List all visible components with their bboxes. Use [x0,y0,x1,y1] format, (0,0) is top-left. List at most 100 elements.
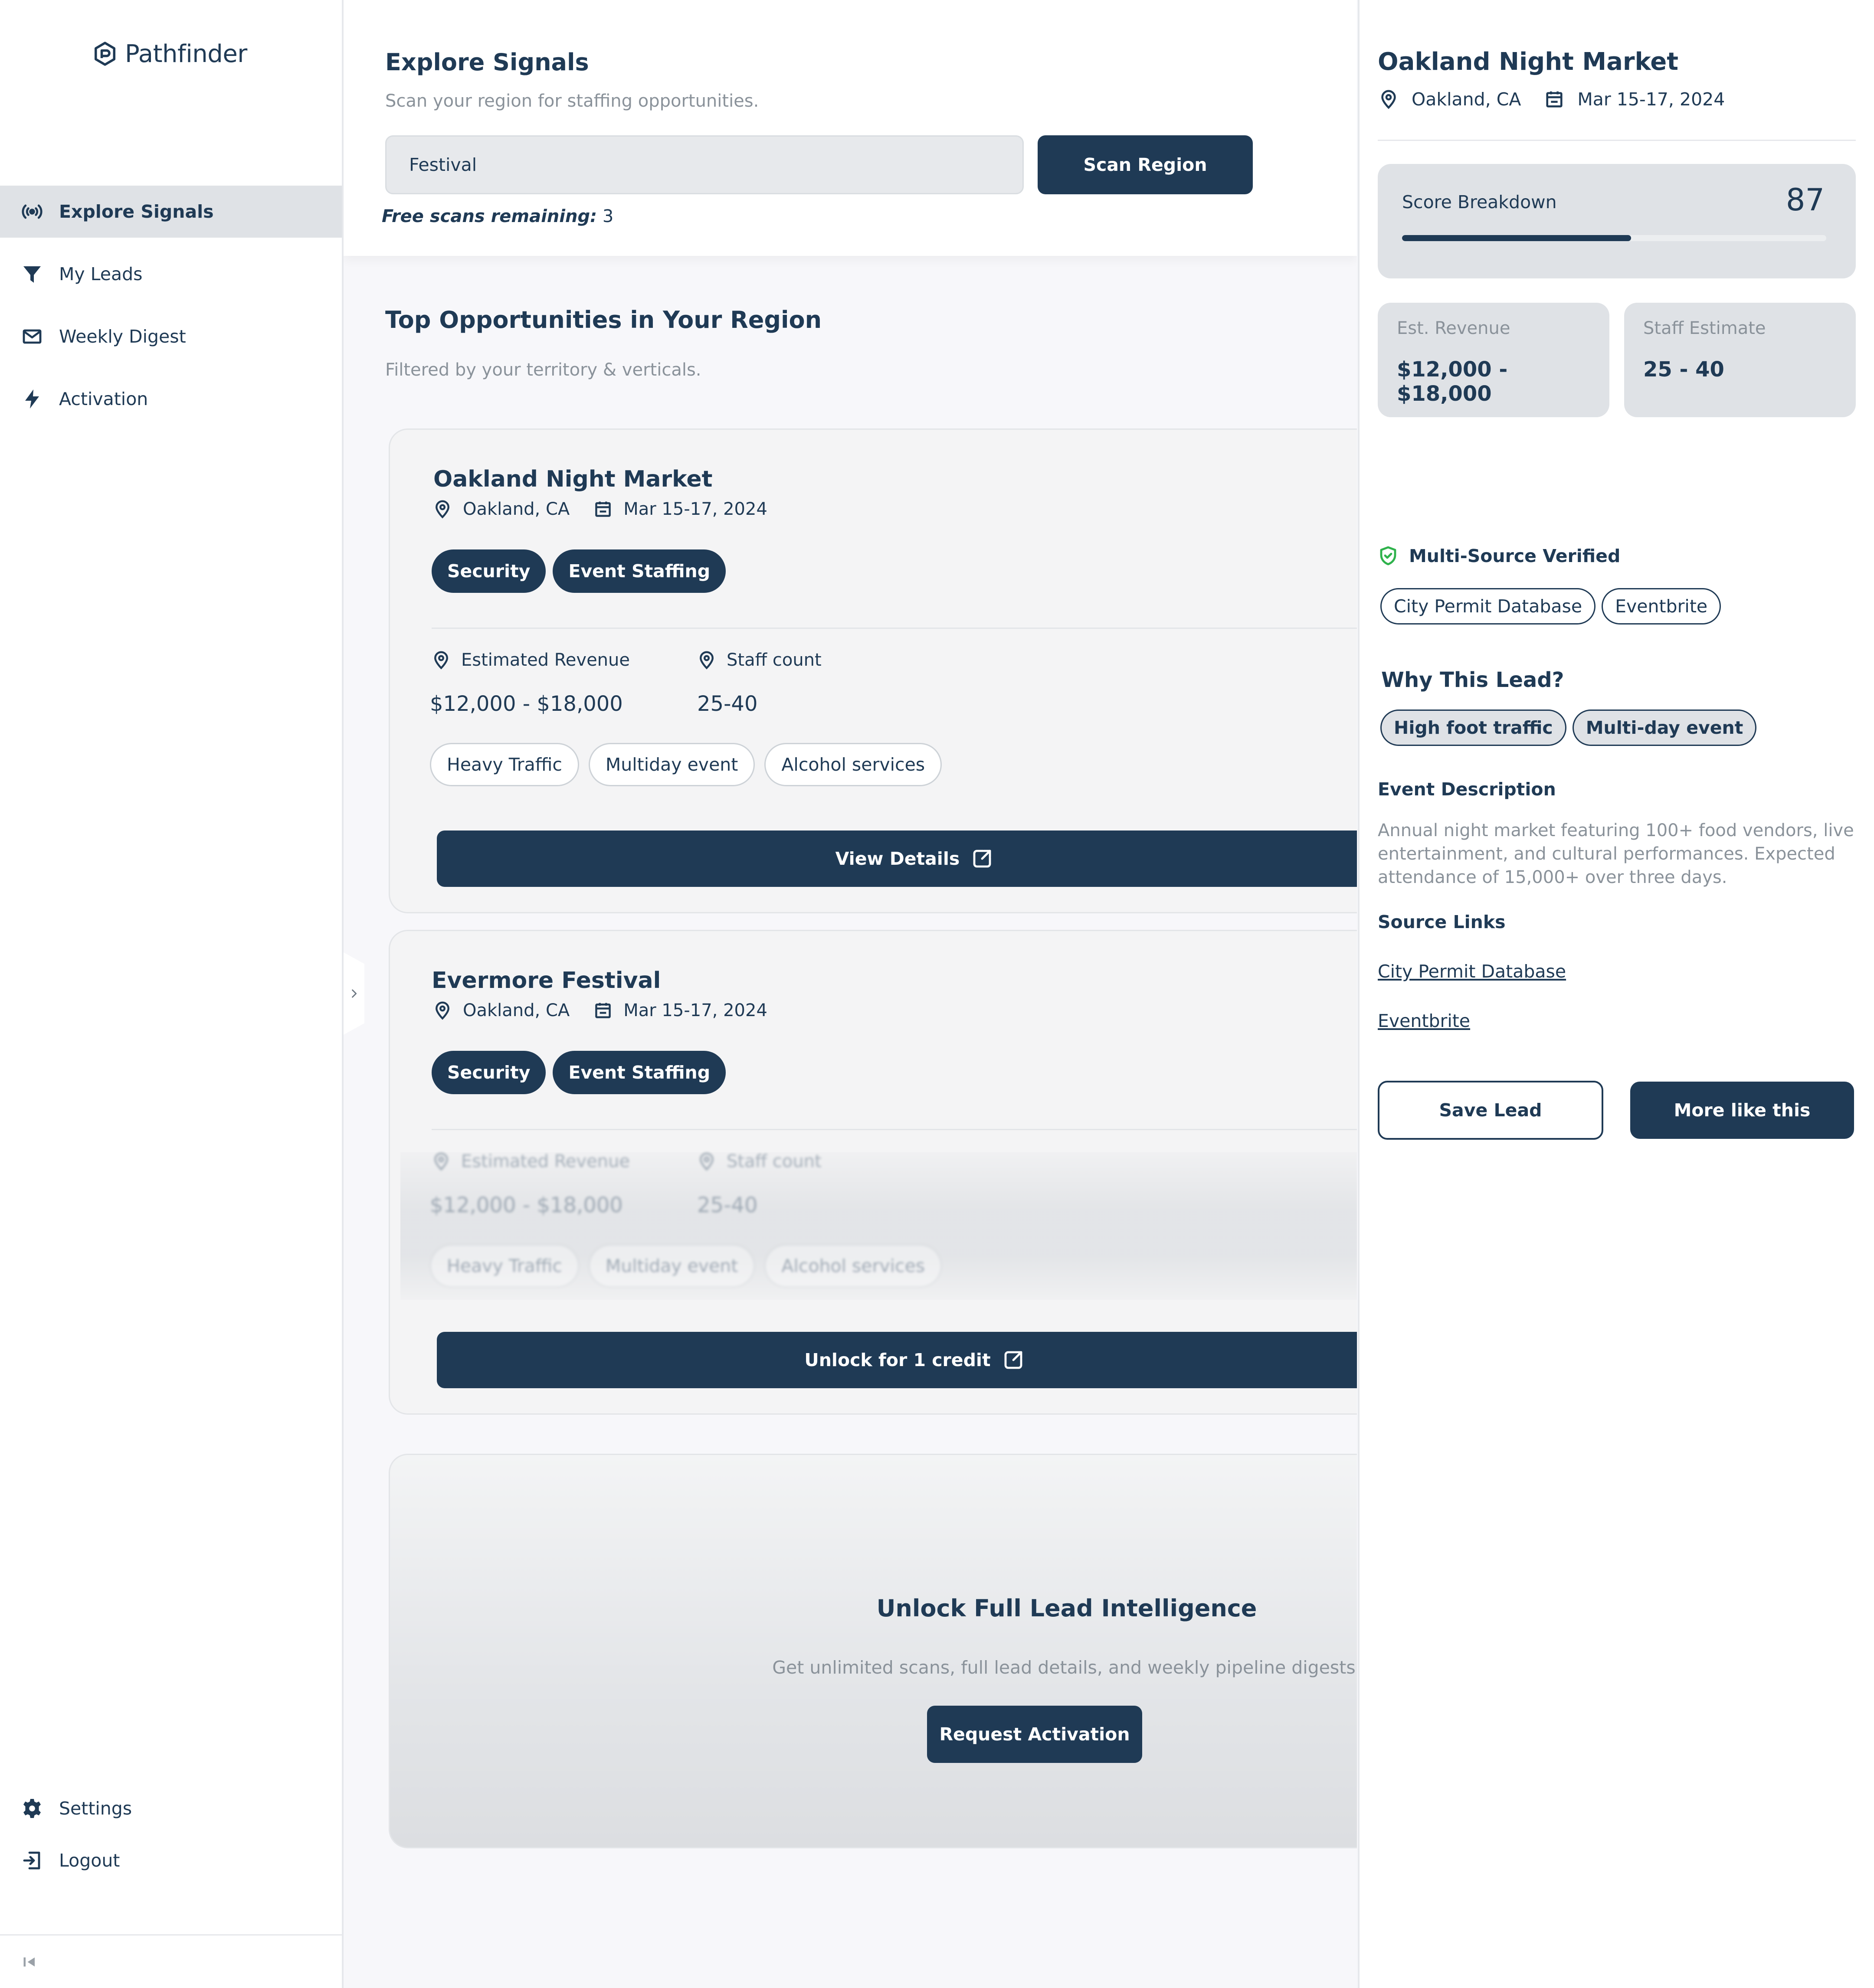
chip: Multiday event [588,1244,755,1288]
reason-chip: High foot traffic [1380,710,1566,746]
reason-chips: High foot traffic Multi-day event [1380,710,1757,746]
tag-event-staffing: Event Staffing [553,1051,726,1094]
page-subtitle: Scan your region for staffing opportunit… [385,91,759,111]
save-lead-button[interactable]: Save Lead [1378,1081,1603,1140]
sidebar-item-label: My Leads [59,264,143,284]
detail-location: Oakland, CA [1412,89,1521,110]
stat-label-text: Staff count [727,650,822,670]
explore-signals-header: Explore Signals Scan your region for sta… [344,0,1357,256]
logout-icon [20,1848,44,1873]
request-activation-button[interactable]: Request Activation [927,1706,1142,1763]
card-dates: Mar 15-17, 2024 [623,1001,767,1020]
sidebar-item-label: Logout [59,1850,120,1871]
location-pin-icon [432,1152,451,1171]
score-breakdown: Score Breakdown 87 [1378,164,1856,278]
button-label: Unlock for 1 credit [804,1350,991,1370]
calendar-icon [592,1000,614,1021]
staff-count-label: Staff count [697,650,822,670]
metric-label: Staff Estimate [1643,318,1766,338]
section-subtitle: Filtered by your territory & verticals. [385,360,701,380]
score-progress-bar [1402,235,1826,241]
estimated-revenue-value: $12,000 - $18,000 [430,1193,623,1217]
bolt-icon [20,387,44,411]
location-pin-icon [432,651,451,670]
card-chips: Heavy Traffic Multiday event Alcohol ser… [430,743,942,786]
card-location: Oakland, CA [463,499,570,519]
search-input[interactable] [385,135,1024,194]
location-pin-icon [1378,88,1399,110]
unlock-button[interactable]: Unlock for 1 credit [437,1332,1357,1388]
opportunity-card[interactable]: Oakland Night Market Oakland, CA Mar 15-… [389,428,1357,913]
collapse-sidebar-icon[interactable] [22,1954,37,1970]
card-tags: Security Event Staffing [432,1051,726,1094]
upsell-title: Unlock Full Lead Intelligence [876,1595,1257,1622]
card-divider [432,628,1357,629]
location-pin-icon [697,651,716,670]
location-pin-icon [432,498,453,520]
page-title: Explore Signals [385,49,589,76]
verified-badge: Multi-Source Verified [1378,546,1620,566]
card-title: Oakland Night Market [433,466,713,492]
metric-label: Est. Revenue [1397,318,1510,338]
source-link-city-permit[interactable]: City Permit Database [1378,961,1566,982]
detail-divider [1378,140,1856,141]
stat-label-text: Estimated Revenue [461,1151,630,1171]
sidebar-item-logout[interactable]: Logout [0,1834,342,1887]
card-dates: Mar 15-17, 2024 [623,499,767,519]
sidebar-item-explore-signals[interactable]: Explore Signals [0,186,342,238]
pathfinder-logo-icon [92,41,118,67]
location-pin-icon [432,1000,453,1021]
source-chip: Eventbrite [1602,588,1721,625]
why-this-lead-title: Why This Lead? [1381,668,1564,692]
detail-dates: Mar 15-17, 2024 [1577,89,1725,110]
sidebar-item-my-leads[interactable]: My Leads [0,248,342,300]
staff-count-value: 25-40 [697,692,758,716]
metric-value: 25 - 40 [1643,357,1724,382]
verified-label: Multi-Source Verified [1409,546,1621,566]
source-links-title: Source Links [1378,912,1506,932]
sidebar-item-activation[interactable]: Activation [0,373,342,425]
stat-label-text: Staff count [727,1151,822,1171]
main-content: Explore Signals Scan your region for sta… [344,0,1357,1988]
detail-title: Oakland Night Market [1378,48,1678,76]
tag-event-staffing: Event Staffing [553,549,726,593]
staff-count-value: 25-40 [697,1193,758,1217]
card-title: Evermore Festival [432,968,661,994]
app-logo[interactable]: Pathfinder [92,36,247,71]
upsell-text: Get unlimited scans, full lead details, … [772,1657,1357,1678]
sidebar: Pathfinder Explore Signals My Leads Week… [0,0,344,1988]
card-meta: Oakland, CA Mar 15-17, 2024 [432,498,767,520]
scan-region-button[interactable]: Scan Region [1038,135,1253,194]
upsell-card: Unlock Full Lead Intelligence Get unlimi… [389,1454,1357,1848]
chevron-right-icon [348,987,360,1000]
sidebar-item-weekly-digest[interactable]: Weekly Digest [0,311,342,363]
free-scans-remaining: Free scans remaining: 3 [382,206,613,226]
chip: Heavy Traffic [430,1244,579,1288]
sidebar-item-settings[interactable]: Settings [0,1782,342,1834]
staff-estimate-card: Staff Estimate 25 - 40 [1624,303,1856,417]
chip: Heavy Traffic [430,743,579,786]
detail-meta: Oakland, CA Mar 15-17, 2024 [1378,88,1725,110]
lead-detail-panel: Oakland Night Market Oakland, CA Mar 15-… [1358,0,1874,1988]
source-link-eventbrite[interactable]: Eventbrite [1378,1010,1470,1031]
mail-icon [20,324,44,349]
staff-count-label: Staff count [697,1151,822,1171]
sidebar-footer [0,1934,342,1988]
more-like-this-button[interactable]: More like this [1630,1082,1854,1139]
estimated-revenue-label: Estimated Revenue [432,1151,630,1171]
card-tags: Security Event Staffing [432,549,726,593]
calendar-icon [1543,88,1565,110]
calendar-icon [592,498,614,520]
card-meta: Oakland, CA Mar 15-17, 2024 [432,1000,767,1021]
chip: Multiday event [588,743,755,786]
est-revenue-card: Est. Revenue $12,000 - $18,000 [1378,303,1609,417]
view-details-button[interactable]: View Details [437,831,1357,887]
expand-toggle[interactable] [344,952,364,1035]
card-chips: Heavy Traffic Multiday event Alcohol ser… [430,1244,942,1288]
metric-value: $12,000 - $18,000 [1397,357,1508,406]
gear-icon [20,1796,44,1821]
filter-icon [20,262,44,286]
event-description-title: Event Description [1378,779,1556,800]
opportunity-card[interactable]: Evermore Festival Oakland, CA Mar 15-17,… [389,930,1357,1415]
score-label: Score Breakdown [1402,192,1557,213]
